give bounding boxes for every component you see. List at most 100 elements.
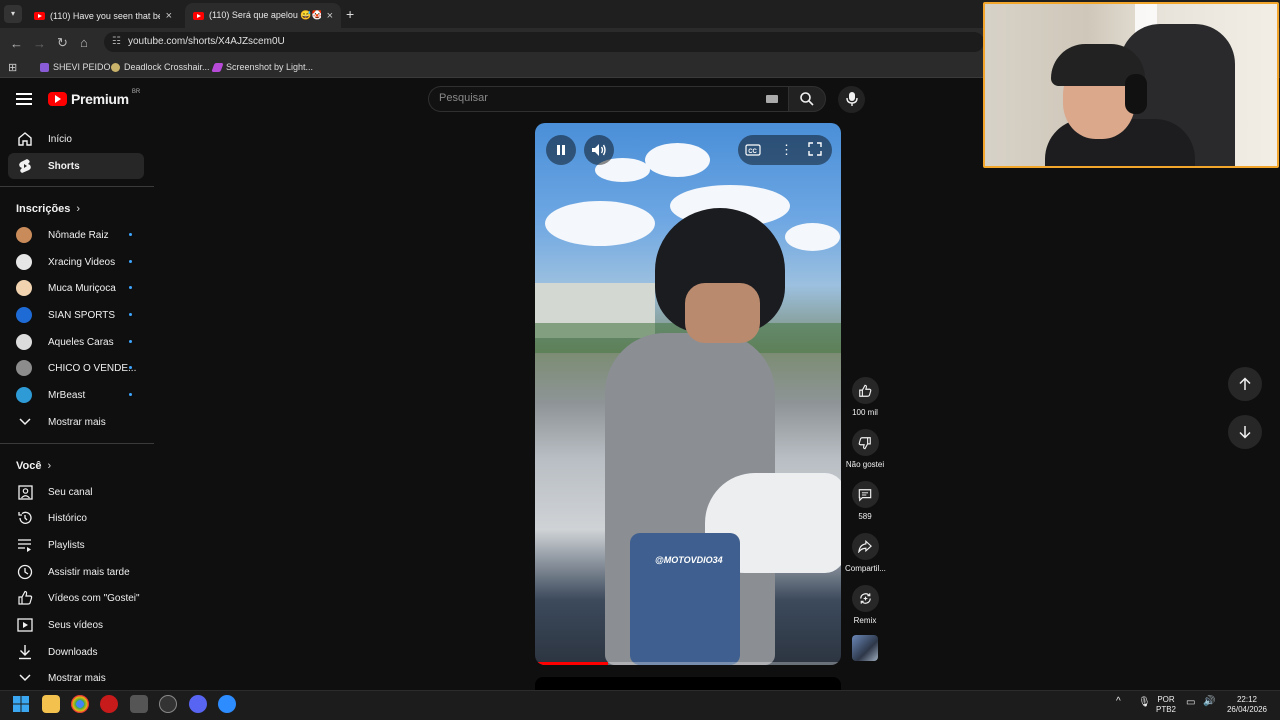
sidebar-item-label: SIAN SPORTS (48, 309, 116, 321)
remix-button[interactable]: Remix (845, 585, 885, 625)
avatar (16, 307, 32, 323)
share-button[interactable]: Compartil... (845, 533, 886, 573)
sidebar-item-subscription[interactable]: SIAN SPORTS (8, 302, 144, 328)
sidebar-item-seus-videos[interactable]: Seus vídeos (8, 612, 144, 638)
sidebar-item-subscription[interactable]: Nômade Raiz (8, 222, 144, 248)
sidebar-item-label: Assistir mais tarde (48, 566, 130, 578)
back-icon[interactable]: ← (10, 36, 23, 51)
bookmark-favicon-icon (111, 62, 120, 72)
sidebar-item-seu-canal[interactable]: Seu canal (8, 479, 144, 505)
hamburger-menu-icon[interactable] (16, 93, 32, 105)
show-more-you[interactable]: Mostrar mais (8, 665, 144, 691)
youtube-logo[interactable]: Premium BR (48, 89, 140, 107)
home-icon (16, 130, 34, 148)
search-button[interactable] (788, 86, 826, 112)
bookmark-2[interactable]: Deadlock Crosshair... (111, 62, 210, 72)
cloud (785, 223, 840, 251)
bookmark-1[interactable]: SHEVI PEIDO (40, 62, 111, 72)
dislike-button[interactable]: Não gostei (845, 429, 885, 469)
forward-icon[interactable]: → (33, 36, 46, 51)
mic-tray-icon[interactable]: 🎙 (1138, 698, 1151, 708)
sidebar-item-downloads[interactable]: Downloads (8, 639, 144, 665)
sidebar-item-label: Seus vídeos (48, 619, 104, 631)
sidebar-item-historico[interactable]: Histórico (8, 505, 144, 531)
url-bar[interactable]: ☷ youtube.com/shorts/X4AJZscem0U (104, 32, 984, 52)
sidebar-item-playlists[interactable]: Playlists (8, 532, 144, 558)
sidebar-divider (0, 443, 154, 444)
opera-icon[interactable] (100, 695, 118, 713)
site-info-icon[interactable]: ☷ (112, 32, 121, 52)
reload-icon[interactable]: ↻ (57, 35, 68, 51)
video-watermark: @MOTOVDIO34 (655, 555, 723, 565)
volume-tray-icon[interactable]: 🔊 (1203, 697, 1215, 707)
sidebar-item-shorts[interactable]: Shorts (8, 153, 144, 179)
sidebar-item-label: Muca Muriçoca (48, 282, 116, 294)
sidebar-item-subscription[interactable]: MrBeast (8, 382, 144, 408)
discord-icon[interactable] (189, 695, 207, 713)
sidebar-item-inicio[interactable]: Início (8, 126, 144, 152)
show-more-subscriptions[interactable]: Mostrar mais (8, 409, 144, 435)
new-tab-button[interactable]: + (346, 6, 354, 22)
previous-short-button[interactable] (1228, 367, 1262, 401)
remix-label: Remix (853, 616, 877, 625)
volume-button[interactable] (584, 135, 614, 165)
like-button[interactable]: 100 mil (845, 377, 885, 417)
captions-button[interactable]: CC (745, 143, 761, 161)
sidebar-item-label: MrBeast (48, 389, 86, 401)
chevron-down-icon (16, 413, 34, 431)
subscriptions-heading[interactable]: Inscrições › (16, 203, 80, 215)
sidebar-item-label: Shorts (48, 160, 80, 172)
steam-icon[interactable] (159, 695, 177, 713)
next-short-button[interactable] (1228, 415, 1262, 449)
chrome-icon[interactable] (71, 695, 89, 713)
sidebar-item-assistir-mais-tarde[interactable]: Assistir mais tarde (8, 559, 144, 585)
comments-button[interactable]: 589 (845, 481, 885, 521)
sidebar-item-label: CHICO O VENDE... (48, 362, 137, 374)
avatar (16, 387, 32, 403)
sidebar-item-subscription[interactable]: Xracing Videos (8, 249, 144, 275)
app-icon[interactable] (130, 695, 148, 713)
audio-source-thumbnail[interactable] (852, 635, 878, 661)
sidebar-item-subscription[interactable]: Muca Muriçoca (8, 275, 144, 301)
comment-count: 589 (858, 512, 872, 521)
sidebar-divider (0, 186, 154, 187)
browser-tab-1[interactable]: (110) Have you seen that befor × (26, 3, 180, 28)
home-icon[interactable]: ⌂ (80, 35, 88, 50)
sidebar-item-videos-gostei[interactable]: Vídeos com "Gostei" (8, 585, 144, 611)
tab-title: (110) Será que apelou 😅🤡🔊 (209, 10, 321, 20)
video-progress-bar[interactable] (535, 662, 841, 665)
apps-icon[interactable]: ⊞ (8, 61, 17, 74)
network-icon[interactable]: ▭ (1186, 698, 1195, 708)
you-heading[interactable]: Você › (16, 460, 51, 472)
voice-search-button[interactable] (838, 86, 865, 113)
mic-icon (846, 92, 858, 106)
rider-jeans (630, 533, 740, 665)
file-explorer-icon[interactable] (42, 695, 60, 713)
sidebar-item-subscription[interactable]: CHICO O VENDE... (8, 355, 144, 381)
next-short-preview[interactable] (535, 677, 841, 690)
windows-start-icon[interactable] (13, 696, 29, 712)
clock[interactable]: 22:12 26/04/2026 (1224, 695, 1270, 715)
browser-tab-2[interactable]: (110) Será que apelou 😅🤡🔊 × (185, 3, 341, 28)
tab-list-button[interactable]: ▾ (4, 5, 22, 23)
shorts-video-player[interactable]: @MOTOVDIO34 CC ⋮ (535, 123, 841, 665)
app-icon[interactable] (218, 695, 236, 713)
captions-icon: CC (745, 144, 761, 156)
search-box[interactable] (428, 86, 788, 112)
logo-text: Premium (71, 91, 129, 107)
close-tab-icon[interactable]: × (327, 10, 333, 22)
channel-icon (16, 483, 34, 501)
sidebar-item-subscription[interactable]: Aqueles Caras (8, 329, 144, 355)
pause-button[interactable] (546, 135, 576, 165)
language-indicator[interactable]: POR PTB2 (1156, 695, 1176, 715)
more-options-icon[interactable]: ⋮ (780, 142, 793, 158)
fullscreen-button[interactable] (808, 142, 822, 161)
show-hidden-icons[interactable]: ^ (1116, 697, 1121, 707)
bookmark-3[interactable]: Screenshot by Light... (211, 62, 313, 72)
keyboard-icon[interactable] (766, 95, 778, 103)
new-content-dot (129, 233, 132, 236)
search-icon (800, 92, 814, 106)
search-input[interactable] (439, 92, 759, 104)
sidebar-item-label: Vídeos com "Gostei" (48, 592, 140, 604)
close-tab-icon[interactable]: × (166, 10, 172, 22)
